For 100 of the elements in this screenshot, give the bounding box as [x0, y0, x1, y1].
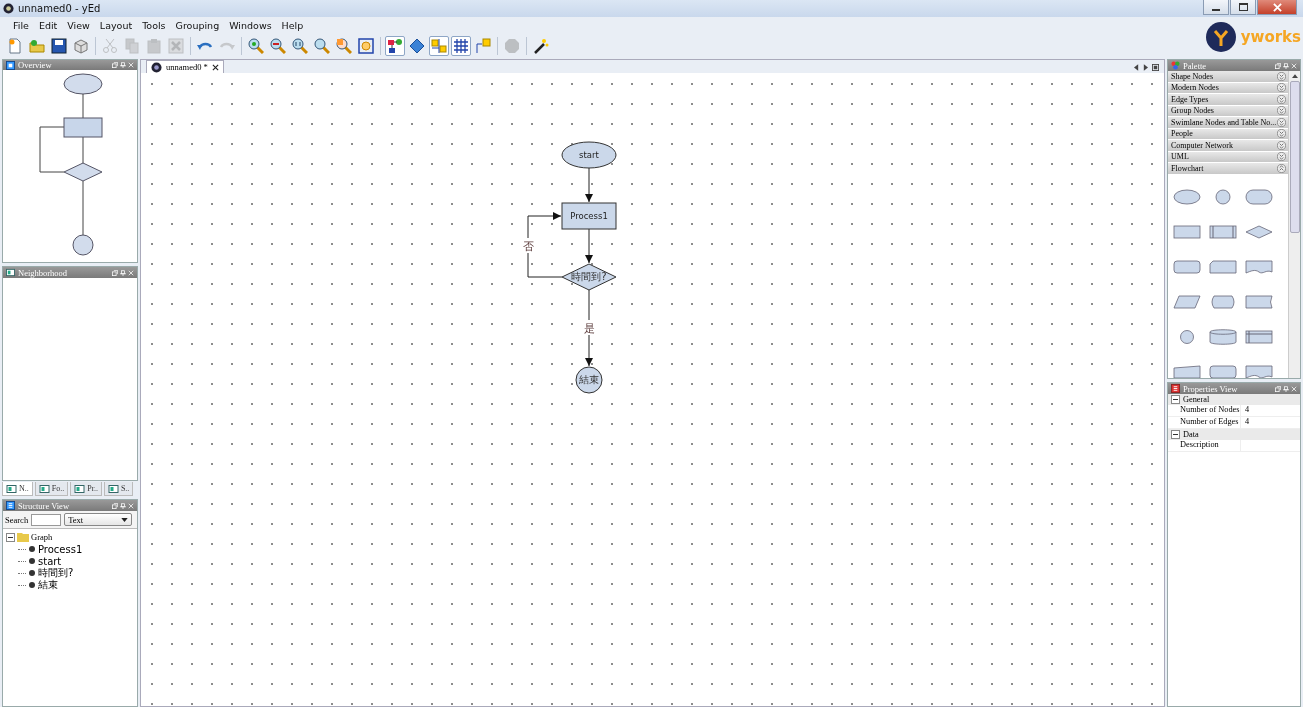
- scroll-right-icon[interactable]: [1143, 64, 1148, 71]
- float-icon[interactable]: [112, 62, 118, 68]
- decision-node: [561, 263, 617, 291]
- panel-icon: [6, 484, 17, 493]
- group-label: General: [1183, 395, 1210, 404]
- logo-icon: [1204, 21, 1237, 53]
- float-icon[interactable]: [112, 502, 118, 509]
- scroll-left-icon[interactable]: [1134, 64, 1139, 71]
- pin-icon[interactable]: [1283, 385, 1289, 392]
- close-button[interactable]: [1257, 0, 1297, 15]
- close-icon[interactable]: [211, 63, 219, 71]
- pin-icon[interactable]: [120, 502, 126, 509]
- dock-tab[interactable]: Fo..: [34, 482, 69, 496]
- menu-item[interactable]: View: [62, 19, 95, 31]
- palette-section[interactable]: Computer Network: [1168, 140, 1288, 152]
- collapse-toggle[interactable]: [1171, 430, 1180, 439]
- zoom-button[interactable]: [312, 35, 332, 56]
- open-folder-icon: [29, 37, 45, 54]
- tape-shape[interactable]: [1244, 293, 1274, 310]
- cylinder-shape[interactable]: [1208, 328, 1238, 345]
- menu-item[interactable]: Edit: [33, 19, 63, 31]
- palette-icon: [1171, 61, 1180, 70]
- menu-item[interactable]: Windows: [224, 19, 277, 31]
- grid-icon: [453, 37, 469, 54]
- card-shape[interactable]: [1208, 258, 1238, 275]
- node-bullet-icon: [29, 558, 35, 564]
- internal-storage-shape[interactable]: [1244, 328, 1274, 345]
- tree-item[interactable]: start: [38, 555, 62, 567]
- search-field[interactable]: [31, 513, 62, 526]
- terminal-shape[interactable]: [1208, 293, 1238, 310]
- tree-item[interactable]: Process1: [38, 543, 83, 555]
- zoom-in-button[interactable]: [246, 35, 266, 56]
- menu-item[interactable]: File: [8, 19, 34, 31]
- minimize-button[interactable]: [1203, 0, 1229, 15]
- snap-lines-icon: [431, 37, 447, 54]
- node-label: Process1: [570, 211, 608, 221]
- float-icon[interactable]: [112, 269, 118, 276]
- scroll-up-icon[interactable]: [1291, 74, 1298, 78]
- zoom-selection-button[interactable]: [334, 35, 354, 56]
- tree-item[interactable]: 結束: [38, 578, 58, 592]
- rectangle-shape[interactable]: [1172, 223, 1202, 240]
- tree-item[interactable]: Graph: [31, 532, 53, 542]
- snap-lines-button[interactable]: [429, 35, 449, 56]
- grid-button[interactable]: [451, 35, 471, 56]
- document-tab[interactable]: unnamed0 *: [146, 60, 224, 73]
- zoom-in-icon: [248, 37, 264, 54]
- menu-item[interactable]: Layout: [94, 19, 138, 31]
- document-icon: [151, 61, 162, 73]
- tree-item[interactable]: 時間到?: [38, 566, 74, 580]
- trapezoid-shape[interactable]: [1172, 363, 1202, 378]
- ellipse-shape[interactable]: [1172, 188, 1202, 205]
- rounded-shape[interactable]: [1208, 363, 1238, 378]
- palette-section[interactable]: Swimlane Nodes and Table No...: [1168, 117, 1288, 129]
- diamond-icon: [409, 37, 425, 54]
- stadium-shape[interactable]: [1244, 188, 1274, 205]
- zoom-out-button[interactable]: [268, 35, 288, 56]
- dock-tab[interactable]: N..: [2, 482, 33, 496]
- palette-section[interactable]: Shape Nodes: [1168, 71, 1288, 83]
- scrollbar[interactable]: [1288, 71, 1300, 378]
- parallelogram-shape[interactable]: [1172, 293, 1202, 310]
- edge-label: 否: [522, 240, 534, 253]
- process-shape[interactable]: [1208, 223, 1238, 240]
- zoom-icon: [314, 37, 330, 54]
- menu-item[interactable]: Grouping: [170, 19, 225, 31]
- panel-title: Palette: [1183, 60, 1207, 71]
- tab-list-icon[interactable]: [1152, 64, 1159, 71]
- palette-section[interactable]: Flowchart: [1168, 163, 1288, 175]
- property-name: Description: [1179, 440, 1220, 451]
- edge-arrow: [585, 228, 593, 264]
- document-shape[interactable]: [1244, 258, 1274, 275]
- property-value[interactable]: 4: [1240, 417, 1300, 428]
- neighborhood-icon: [6, 268, 15, 277]
- maximize-button[interactable]: [1230, 0, 1256, 15]
- node-bullet-icon: [29, 582, 35, 588]
- nodes-button[interactable]: [385, 35, 405, 56]
- save-button[interactable]: [49, 35, 69, 56]
- dock-tab[interactable]: Pr..: [70, 482, 102, 496]
- property-name: Number of Nodes: [1179, 405, 1240, 416]
- filter-dropdown[interactable]: Text: [64, 513, 133, 526]
- zoom-reset-button[interactable]: [290, 35, 310, 56]
- float-icon[interactable]: [1275, 62, 1281, 69]
- delete-icon: [168, 37, 184, 54]
- rounded-shape[interactable]: [1172, 258, 1202, 275]
- menu-item[interactable]: Tools: [137, 19, 171, 31]
- node-bullet-icon: [29, 570, 35, 576]
- label-icon: [475, 37, 491, 54]
- collapse-toggle[interactable]: [1171, 395, 1180, 404]
- menu-item[interactable]: Help: [276, 19, 309, 31]
- pin-icon[interactable]: [1283, 62, 1289, 69]
- fit-content-button[interactable]: [356, 35, 376, 56]
- node-label: 時間到?: [571, 271, 607, 282]
- pin-icon[interactable]: [120, 62, 126, 68]
- float-icon[interactable]: [1275, 385, 1281, 392]
- collapse-toggle[interactable]: [6, 532, 15, 542]
- property-value[interactable]: 4: [1240, 405, 1300, 416]
- diamond-shape[interactable]: [1244, 223, 1274, 240]
- dock-tab[interactable]: S..: [103, 482, 134, 496]
- palette-section[interactable]: Edge Types: [1168, 94, 1288, 106]
- document-shape[interactable]: [1244, 363, 1274, 378]
- pin-icon[interactable]: [120, 269, 126, 276]
